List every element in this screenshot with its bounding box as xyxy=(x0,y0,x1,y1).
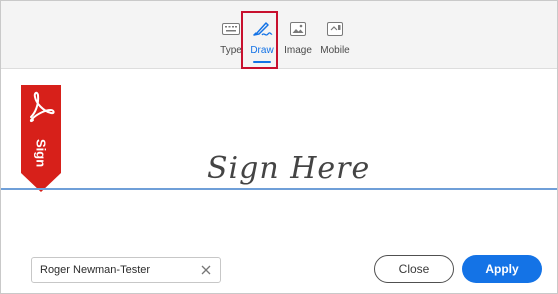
sign-here-placeholder: Sign Here xyxy=(207,151,371,186)
signature-dialog: Type Draw Image Mobile Sign Sign Here Ro… xyxy=(0,0,558,294)
tab-image-label: Image xyxy=(284,45,312,56)
signature-baseline xyxy=(1,188,557,190)
active-tab-indicator xyxy=(253,61,271,63)
tab-draw-label: Draw xyxy=(250,45,274,56)
clear-icon[interactable] xyxy=(198,262,214,278)
tab-image[interactable]: Image xyxy=(283,19,313,67)
signature-mode-toolbar: Type Draw Image Mobile xyxy=(1,1,557,69)
close-button[interactable]: Close xyxy=(374,255,454,283)
tab-type-label: Type xyxy=(220,45,242,56)
tab-type[interactable]: Type xyxy=(219,19,243,67)
apply-button[interactable]: Apply xyxy=(462,255,542,283)
keyboard-icon xyxy=(220,19,242,39)
tab-draw[interactable]: Draw xyxy=(246,19,278,67)
mobile-icon xyxy=(324,19,346,39)
tab-mobile[interactable]: Mobile xyxy=(318,19,352,67)
pen-draw-icon xyxy=(251,19,273,39)
sign-ribbon: Sign xyxy=(21,85,61,192)
tab-mobile-label: Mobile xyxy=(320,45,350,56)
signer-name-field[interactable] xyxy=(31,257,221,283)
signer-name-input[interactable] xyxy=(32,259,200,281)
sign-ribbon-label: Sign xyxy=(33,138,49,168)
image-icon xyxy=(287,19,309,39)
